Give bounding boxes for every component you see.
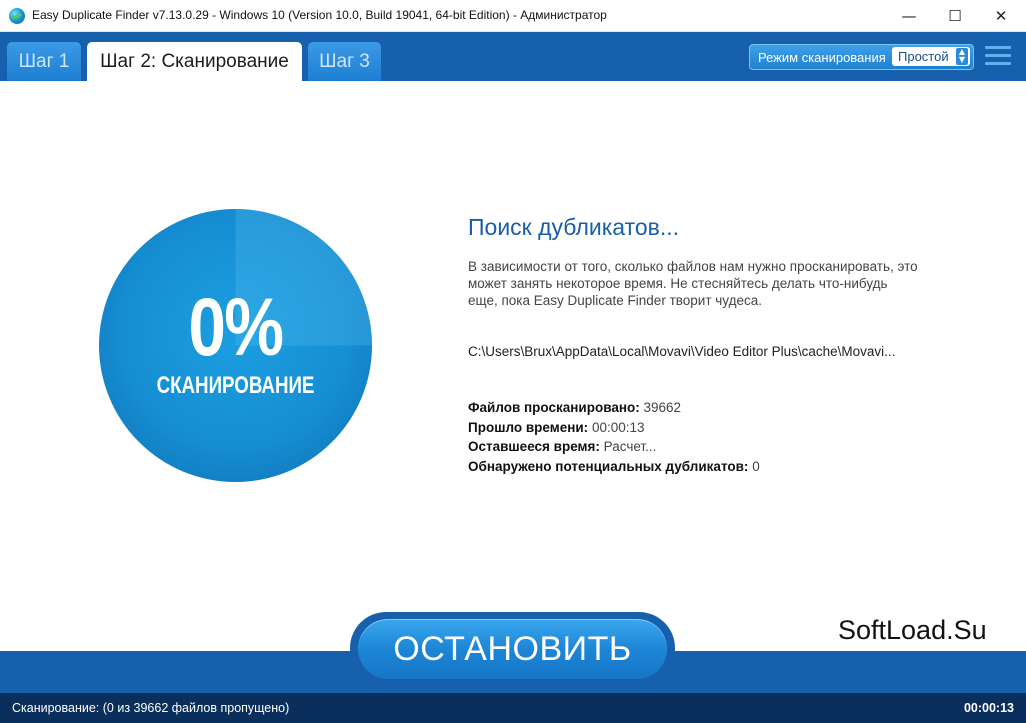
app-logo-icon	[9, 8, 25, 24]
stat-files-scanned-label: Файлов просканировано:	[468, 400, 640, 415]
stat-files-scanned-value: 39662	[643, 400, 682, 415]
page-heading: Поиск дубликатов...	[468, 214, 680, 240]
scan-mode-select[interactable]: Простой ▲ ▼	[892, 47, 970, 66]
status-timer: 00:00:13	[963, 701, 1014, 715]
progress-percent: 0%	[188, 282, 285, 373]
updown-arrows-icon: ▲ ▼	[956, 48, 968, 65]
hamburger-menu-icon[interactable]	[985, 46, 1011, 66]
tab-step-3[interactable]: Шаг 3	[308, 42, 381, 81]
stat-remaining-label: Оставшееся время:	[468, 439, 600, 454]
stat-duplicates-value: 0	[752, 458, 760, 474]
progress-label: СКАНИРОВАНИЕ	[156, 372, 315, 399]
close-button[interactable]: ✕	[978, 0, 1024, 31]
minimize-button[interactable]: —	[886, 0, 932, 31]
status-text: Сканирование: (0 из 39662 файлов пропуще…	[12, 701, 290, 715]
stat-remaining-value: Расчет...	[603, 439, 657, 454]
watermark-text: SoftLoad.Su	[838, 615, 987, 645]
status-bar: Сканирование: (0 из 39662 файлов пропуще…	[0, 693, 1026, 723]
stat-duplicates-label: Обнаружено потенциальных дубликатов:	[468, 458, 749, 474]
stat-elapsed-label: Прошло времени:	[468, 419, 589, 435]
stat-duplicates: Обнаружено потенциальных дубликатов: 0	[468, 457, 760, 477]
scan-mode-control: Режим сканирования Простой ▲ ▼	[749, 44, 974, 70]
stat-elapsed-value: 00:00:13	[591, 419, 645, 435]
maximize-button[interactable]: ☐	[932, 0, 978, 31]
stop-button[interactable]: ОСТАНОВИТЬ	[358, 619, 667, 679]
scan-mode-value: Простой	[898, 49, 949, 64]
current-scan-path: C:\Users\Brux\AppData\Local\Movavi\Video…	[468, 344, 896, 359]
window-title: Easy Duplicate Finder v7.13.0.29 - Windo…	[32, 8, 607, 22]
scan-stats: Файлов просканировано: 39662 Прошло врем…	[468, 398, 760, 476]
tab-step-2-scanning[interactable]: Шаг 2: Сканирование	[87, 42, 302, 81]
progress-circle: 0% СКАНИРОВАНИЕ	[99, 209, 372, 482]
scan-description: В зависимости от того, сколько файлов на…	[468, 259, 918, 308]
stat-files-scanned: Файлов просканировано: 39662	[468, 398, 760, 418]
stat-elapsed: Прошло времени: 00:00:13	[468, 418, 760, 438]
stat-remaining: Оставшееся время: Расчет...	[468, 437, 760, 457]
window-titlebar: Easy Duplicate Finder v7.13.0.29 - Windo…	[0, 0, 1026, 32]
tab-step-1[interactable]: Шаг 1	[7, 42, 81, 81]
scan-mode-label: Режим сканирования	[758, 50, 886, 65]
